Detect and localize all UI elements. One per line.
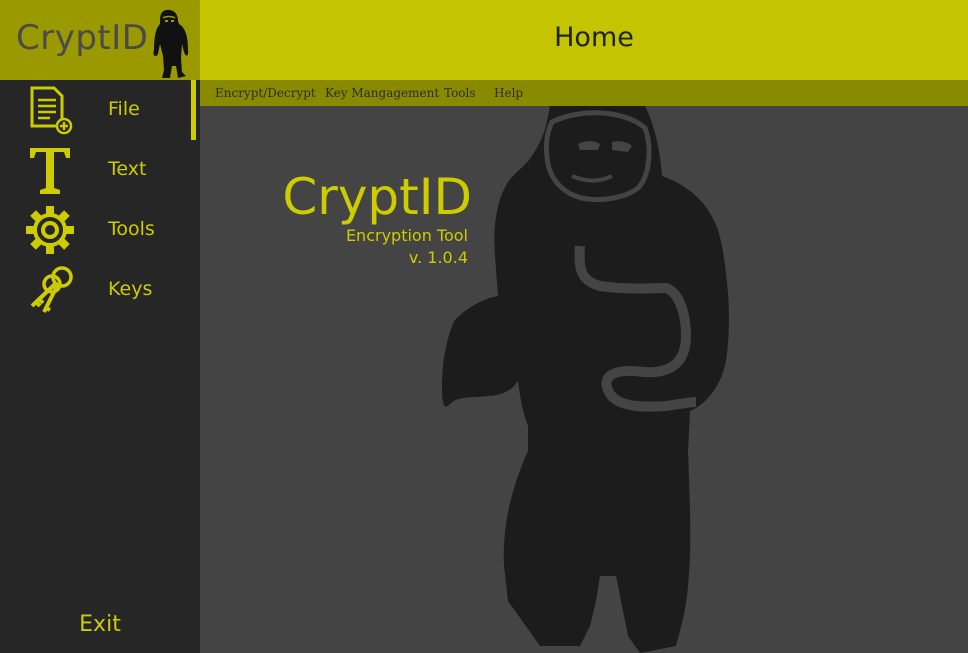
sidebar-item-label: File	[108, 98, 140, 120]
document-add-icon	[30, 86, 73, 135]
header: Home	[200, 0, 968, 80]
sidebar-item-keys[interactable]: Keys	[0, 260, 200, 320]
app-subtitle: Encryption Tool	[345, 226, 468, 245]
menu-encrypt-decrypt[interactable]: Encrypt/Decrypt	[215, 86, 316, 100]
app-version: v. 1.0.4	[408, 248, 468, 267]
bigfoot-watermark-icon	[442, 106, 729, 653]
sidebar-item-file[interactable]: File	[0, 80, 200, 140]
exit-button[interactable]: Exit	[0, 605, 200, 645]
keys-icon	[30, 266, 73, 313]
brand-area: CryptID	[0, 0, 200, 80]
menu-tools[interactable]: Tools	[444, 86, 476, 100]
menu-help[interactable]: Help	[494, 86, 523, 100]
brand-name: CryptID	[16, 18, 149, 58]
menu-key-management[interactable]: Key Mangagement	[325, 86, 439, 100]
active-indicator	[191, 80, 196, 140]
main-content: CryptID Encryption Tool v. 1.0.4	[200, 106, 968, 653]
sidebar-item-label: Keys	[108, 278, 153, 300]
text-t-icon	[30, 148, 70, 194]
sidebar-item-tools[interactable]: Tools	[0, 200, 200, 260]
bigfoot-logo-icon	[153, 9, 189, 79]
page-title: Home	[554, 22, 634, 53]
sidebar-item-text[interactable]: Text	[0, 140, 200, 200]
app-title: CryptID	[282, 168, 472, 226]
gear-icon	[26, 206, 74, 254]
sidebar: CryptID File Text Tools Keys Exit	[0, 0, 200, 653]
sidebar-item-label: Text	[108, 158, 147, 180]
menubar: Encrypt/Decrypt Key Mangagement Tools He…	[200, 80, 968, 106]
sidebar-item-label: Tools	[108, 218, 155, 240]
